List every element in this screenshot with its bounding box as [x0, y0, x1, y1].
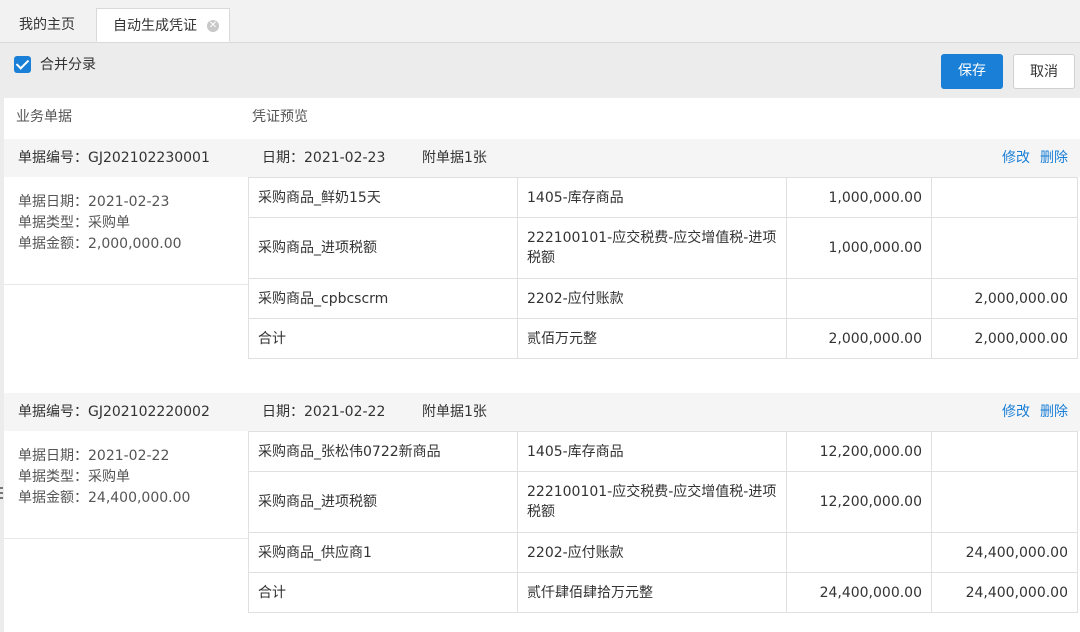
doc-amount: 单据金额：2,000,000.00 — [18, 236, 182, 252]
debit-cell: 24,400,000.00 — [786, 572, 932, 613]
tab-bar: 我的主页 自动生成凭证 ✕ — [0, 0, 1080, 43]
account-cell: 贰佰万元整 — [517, 318, 787, 359]
tab-auto-voucher[interactable]: 自动生成凭证 ✕ — [96, 8, 230, 42]
column-header-preview: 凭证预览 — [252, 109, 308, 125]
summary-cell: 合计 — [248, 572, 518, 613]
summary-cell: 采购商品_cpbcscrm — [248, 278, 518, 319]
doc-type: 单据类型：采购单 — [18, 215, 130, 231]
voucher-header: 日期：2021-02-23 附单据1张 修改 删除 — [248, 139, 1080, 177]
total-row: 合计 贰仟肆佰肆拾万元整 24,400,000.00 24,400,000.00 — [248, 572, 1078, 613]
credit-cell — [931, 471, 1078, 533]
voucher-date: 日期：2021-02-22 — [262, 404, 386, 420]
table-row: 采购商品_鲜奶15天 1405-库存商品 1,000,000.00 — [248, 177, 1078, 218]
delete-link[interactable]: 删除 — [1040, 139, 1068, 177]
credit-cell — [931, 177, 1078, 218]
account-cell: 贰仟肆佰肆拾万元整 — [517, 572, 787, 613]
delete-link[interactable]: 删除 — [1040, 393, 1068, 431]
toolbar: 合并分录 保存 取消 — [0, 43, 1080, 98]
credit-cell — [931, 217, 1078, 279]
voucher-date: 日期：2021-02-23 — [262, 150, 386, 166]
doc-date: 单据日期：2021-02-22 — [18, 448, 170, 464]
doc-info: 单据日期：2021-02-22 单据类型：采购单 单据金额：24,400,000… — [4, 431, 248, 539]
summary-cell: 合计 — [248, 318, 518, 359]
summary-cell: 采购商品_鲜奶15天 — [248, 177, 518, 218]
credit-cell — [931, 431, 1078, 472]
debit-cell: 1,000,000.00 — [786, 177, 932, 218]
doc-number: 单据编号：GJ202102230001 — [4, 139, 248, 177]
table-row: 采购商品_cpbcscrm 2202-应付账款 2,000,000.00 — [248, 278, 1078, 319]
total-row: 合计 贰佰万元整 2,000,000.00 2,000,000.00 — [248, 318, 1078, 359]
voucher-attachments: 附单据1张 — [422, 404, 487, 420]
table-row: 采购商品_进项税额 222100101-应交税费-应交增值税-进项税额 12,2… — [248, 471, 1078, 533]
tab-label: 自动生成凭证 — [113, 18, 197, 34]
merge-label[interactable]: 合并分录 — [40, 56, 96, 74]
edit-link[interactable]: 修改 — [1002, 139, 1030, 177]
credit-cell: 2,000,000.00 — [931, 318, 1078, 359]
doc-type: 单据类型：采购单 — [18, 469, 130, 485]
voucher-header: 日期：2021-02-22 附单据1张 修改 删除 — [248, 393, 1080, 431]
voucher-table: 采购商品_张松伟0722新商品 1405-库存商品 12,200,000.00 … — [248, 431, 1078, 613]
doc-date: 单据日期：2021-02-23 — [18, 194, 170, 210]
table-row: 采购商品_张松伟0722新商品 1405-库存商品 12,200,000.00 — [248, 431, 1078, 472]
debit-cell: 2,000,000.00 — [786, 318, 932, 359]
account-cell: 1405-库存商品 — [517, 431, 787, 472]
main-panel: 业务单据 凭证预览 单据编号：GJ202102230001 单据日期：2021-… — [4, 98, 1080, 632]
edit-link[interactable]: 修改 — [1002, 393, 1030, 431]
doc-info: 单据日期：2021-02-23 单据类型：采购单 单据金额：2,000,000.… — [4, 177, 248, 285]
debit-cell: 1,000,000.00 — [786, 217, 932, 279]
cancel-button[interactable]: 取消 — [1013, 54, 1075, 89]
doc-amount: 单据金额：24,400,000.00 — [18, 490, 191, 506]
tab-home[interactable]: 我的主页 — [0, 8, 94, 42]
account-cell: 222100101-应交税费-应交增值税-进项税额 — [517, 217, 787, 279]
table-row: 采购商品_供应商1 2202-应付账款 24,400,000.00 — [248, 532, 1078, 573]
account-cell: 2202-应付账款 — [517, 532, 787, 573]
close-icon[interactable]: ✕ — [207, 20, 219, 32]
voucher-table: 采购商品_鲜奶15天 1405-库存商品 1,000,000.00 采购商品_进… — [248, 177, 1078, 359]
credit-cell: 24,400,000.00 — [931, 532, 1078, 573]
credit-cell: 2,000,000.00 — [931, 278, 1078, 319]
summary-cell: 采购商品_进项税额 — [248, 217, 518, 279]
resize-handle[interactable] — [0, 487, 3, 503]
doc-number: 单据编号：GJ202102220002 — [4, 393, 248, 431]
account-cell: 1405-库存商品 — [517, 177, 787, 218]
merge-checkbox[interactable] — [14, 56, 31, 73]
table-row: 采购商品_进项税额 222100101-应交税费-应交增值税-进项税额 1,00… — [248, 217, 1078, 279]
column-header-documents: 业务单据 — [16, 109, 72, 125]
voucher-attachments: 附单据1张 — [422, 150, 487, 166]
debit-cell: 12,200,000.00 — [786, 471, 932, 533]
debit-cell: 12,200,000.00 — [786, 431, 932, 472]
debit-cell — [786, 532, 932, 573]
summary-cell: 采购商品_进项税额 — [248, 471, 518, 533]
save-button[interactable]: 保存 — [941, 54, 1003, 89]
account-cell: 2202-应付账款 — [517, 278, 787, 319]
summary-cell: 采购商品_张松伟0722新商品 — [248, 431, 518, 472]
credit-cell: 24,400,000.00 — [931, 572, 1078, 613]
summary-cell: 采购商品_供应商1 — [248, 532, 518, 573]
account-cell: 222100101-应交税费-应交增值税-进项税额 — [517, 471, 787, 533]
debit-cell — [786, 278, 932, 319]
